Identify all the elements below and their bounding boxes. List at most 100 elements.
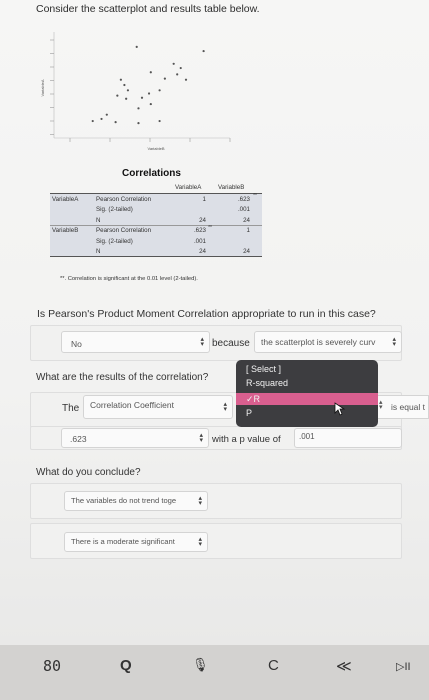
scatter-point (184, 78, 188, 81)
scatter-point (125, 97, 128, 100)
table-row: N 24 24 (50, 246, 262, 257)
table-row: VariableA Pearson Correlation 1 .623 ** (50, 193, 262, 205)
table-row: Sig. (2-tailed) .001 (50, 236, 262, 247)
cell-variable-a: 24 (199, 216, 206, 224)
q2-equal-select[interactable]: ▴ ▾ is equal t (375, 395, 429, 419)
scatter-point (114, 121, 117, 124)
row-statistic: Sig. (2-tailed) (96, 237, 133, 245)
cell-variable-b: .623 (237, 195, 250, 203)
row-statistic: Pearson Correlation (96, 227, 152, 234)
q1-answer-select[interactable]: No ▴ ▾ (61, 331, 210, 353)
col-header-a: VariableA (175, 184, 202, 191)
scatter-point (135, 45, 138, 48)
select-arrows-icon: ▴ ▾ (392, 336, 396, 348)
q3-select-1[interactable]: The variables do not trend toge ▴ ▾ (64, 491, 208, 511)
cell-variable-a: .001 (193, 237, 206, 245)
scatter-point (149, 102, 152, 106)
row-variable: VariableB (52, 227, 79, 234)
cell-variable-a: .623 (193, 227, 206, 234)
table-footnote: **. Correlation is significant at the 0.… (60, 276, 198, 282)
p-value-field[interactable]: .001 (294, 428, 402, 448)
y-axis-label: VariableA (40, 79, 45, 96)
microphone-icon[interactable]: 🎙 (192, 657, 209, 673)
cell-variable-b: 24 (243, 248, 250, 255)
scatter-point (179, 66, 182, 70)
q2-value-select[interactable]: .623 ▴ ▾ (61, 428, 209, 448)
popup-option-r[interactable]: ✓R (236, 393, 378, 405)
bottom-nav-bar: 80 Q 🎙 C ≪ ▷II (0, 645, 429, 700)
table-row: N 24 24 (50, 215, 262, 226)
scatter-point (140, 96, 144, 99)
prompt-text: Consider the scatterplot and results tab… (36, 3, 260, 15)
scatterplot: VariableA VariableB (30, 26, 240, 156)
is-equal-text: is equal t (391, 402, 426, 412)
mouse-cursor-icon (334, 402, 346, 416)
scatter-point (123, 83, 126, 87)
q2-stat-value: Correlation Coefficient (90, 400, 174, 410)
search-icon[interactable]: Q (120, 657, 132, 674)
q3-select-1-value: The variables do not trend toge (71, 496, 177, 505)
q3-select-2[interactable]: There is a moderate significant ▴ ▾ (64, 532, 208, 552)
popup-option-r-label: ✓R (246, 394, 261, 404)
table-row: Sig. (2-tailed) .001 (50, 204, 262, 215)
q1-reason-select[interactable]: the scatterplot is severely curv ▴ ▾ (254, 331, 402, 353)
q1-reason-value: the scatterplot is severely curv (261, 337, 376, 347)
back-icon[interactable]: ≪ (336, 657, 352, 675)
row-statistic: Sig. (2-tailed) (96, 206, 133, 213)
because-text: because (212, 338, 250, 349)
question-3: What do you conclude? (36, 467, 141, 478)
question-2: What are the results of the correlation? (36, 372, 209, 383)
scatter-point (172, 62, 175, 65)
scatter-point (126, 89, 130, 92)
scatter-point (147, 92, 151, 95)
play-pause-icon[interactable]: ▷II (396, 660, 411, 673)
select-arrows-icon: ▴ ▾ (223, 401, 227, 413)
q3-select-2-value: There is a moderate significant (71, 537, 175, 546)
scatter-point (158, 89, 161, 92)
scatter-point (119, 78, 122, 81)
phone-icon[interactable]: C (268, 657, 279, 674)
scatter-point (176, 73, 179, 76)
significance-marker: ** (253, 193, 257, 199)
table-row: VariableB Pearson Correlation .623 ** 1 (50, 224, 262, 236)
scatter-point (163, 77, 166, 80)
scatterplot-svg: VariableA VariableB (40, 32, 231, 151)
quiz-page: Consider the scatterplot and results tab… (0, 0, 429, 645)
significance-marker: ** (208, 224, 212, 231)
correlations-table: VariableA VariableB VariableA Pearson Cor… (50, 182, 262, 257)
correlations-title: Correlations (122, 168, 181, 179)
select-arrows-icon: ▴ ▾ (200, 336, 204, 348)
row-variable: VariableA (52, 195, 79, 203)
popup-option-rsquared[interactable]: R-squared (246, 378, 288, 388)
select-arrows-icon: ▴ ▾ (199, 432, 203, 444)
dropdown-popup: [ Select ] R-squared ✓R P (236, 360, 378, 427)
scatter-point (202, 49, 205, 53)
scatter-point (137, 122, 140, 125)
popup-option-p[interactable]: P (246, 408, 252, 418)
scatter-point (100, 117, 103, 121)
cell-variable-b: 1 (246, 227, 250, 234)
q2-stat-select[interactable]: Correlation Coefficient ▴ ▾ (83, 395, 233, 419)
row-statistic: N (96, 248, 101, 255)
popup-option-select[interactable]: [ Select ] (246, 364, 281, 374)
select-arrows-icon: ▴ ▾ (198, 495, 202, 507)
scatter-point (137, 107, 140, 110)
cell-variable-a: 1 (202, 195, 206, 203)
q1-answer-value: No (71, 339, 82, 349)
p-value-text: with a p value of (212, 434, 281, 445)
scatter-point (149, 71, 152, 74)
cell-variable-b: .001 (237, 206, 250, 213)
select-arrows-icon: ▴ ▾ (379, 399, 383, 411)
col-header-b: VariableB (218, 184, 245, 191)
cell-variable-a: 24 (199, 248, 206, 255)
scatter-point (158, 119, 161, 123)
q2-value: .623 (70, 434, 87, 444)
p-value: .001 (299, 432, 315, 441)
scatter-point (91, 119, 94, 123)
select-arrows-icon: ▴ ▾ (198, 536, 202, 548)
x-axis-label: VariableB (147, 146, 164, 151)
apps-icon[interactable]: 80 (43, 657, 61, 675)
row-statistic: N (96, 216, 101, 224)
question-1: Is Pearson's Product Moment Correlation … (37, 308, 376, 320)
scatter-point (105, 113, 108, 116)
